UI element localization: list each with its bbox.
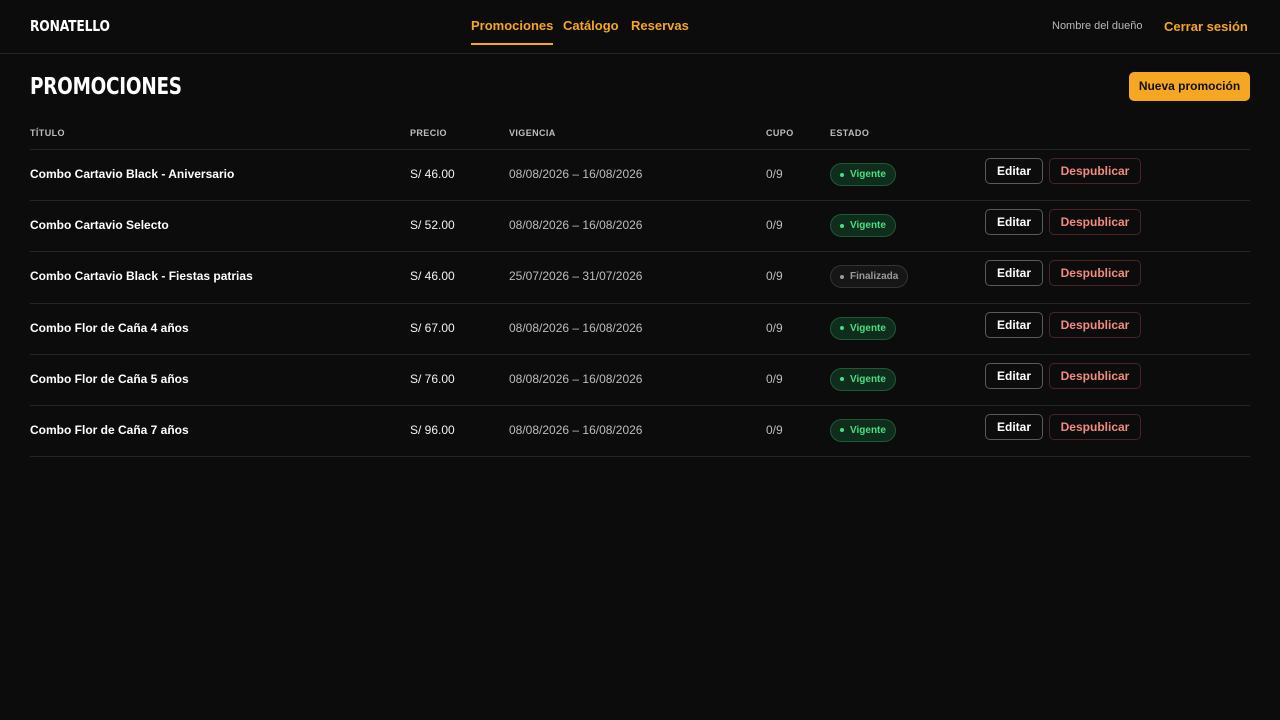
status-label: Vigente xyxy=(850,373,886,385)
status-dot-icon xyxy=(840,172,844,177)
unpublish-button[interactable]: Despublicar xyxy=(1049,209,1141,236)
owner-name: Nombre del dueño xyxy=(1052,20,1143,32)
promotion-price: S/ 46.00 xyxy=(410,167,455,181)
unpublish-button[interactable]: Despublicar xyxy=(1049,362,1141,389)
promotion-quota: 0/9 xyxy=(766,371,783,386)
table-row: Combo Cartavio Selecto S/ 52.00 08/08/2026… xyxy=(30,201,1250,253)
promotion-validity: 08/08/2026 – 16/08/2026 xyxy=(509,218,643,233)
promotion-price: S/ 52.00 xyxy=(410,218,455,233)
status-badge: Vigente xyxy=(830,316,896,340)
column-header-cupo: CUPO xyxy=(766,128,794,138)
table-row: Combo Flor de Caña 7 años S/ 96.00 08/08/2… xyxy=(30,406,1250,458)
promotion-quota: 0/9 xyxy=(766,422,783,437)
page-title: PROMOCIONES xyxy=(30,74,182,100)
status-dot-icon xyxy=(840,223,844,228)
logout-button[interactable]: Cerrar sesión xyxy=(1164,19,1248,34)
top-navbar: RONATELLO Promociones Catálogo Reservas … xyxy=(0,0,1280,54)
status-dot-icon xyxy=(840,377,844,382)
status-badge: Vigente xyxy=(830,367,896,391)
edit-button[interactable]: Editar xyxy=(985,158,1043,184)
status-label: Finalizada xyxy=(850,271,899,283)
status-dot-icon xyxy=(840,274,844,279)
edit-button[interactable]: Editar xyxy=(985,413,1043,440)
promotions-table-body: Combo Cartavio Black - Aniversario S/ 46.… xyxy=(30,150,1250,458)
status-badge: Vigente xyxy=(830,418,896,442)
status-label: Vigente xyxy=(850,424,886,436)
promotion-title: Combo Cartavio Selecto xyxy=(30,218,169,233)
promotion-validity: 08/08/2026 – 16/08/2026 xyxy=(509,422,643,437)
table-header: TÍTULO PRECIO VIGENCIA CUPO ESTADO xyxy=(30,118,1250,150)
column-header-precio: PRECIO xyxy=(410,128,447,138)
promotion-quota: 0/9 xyxy=(766,269,783,284)
unpublish-button[interactable]: Despublicar xyxy=(1049,158,1141,184)
status-dot-icon xyxy=(840,428,844,433)
promotion-price: S/ 96.00 xyxy=(410,422,455,437)
column-header-vigencia: VIGENCIA xyxy=(509,128,556,138)
unpublish-button[interactable]: Despublicar xyxy=(1049,260,1141,287)
new-promotion-button[interactable]: Nueva promoción xyxy=(1129,72,1250,101)
promotion-price: S/ 67.00 xyxy=(410,320,455,335)
status-dot-icon xyxy=(840,326,844,331)
edit-button[interactable]: Editar xyxy=(985,311,1043,338)
table-row: Combo Flor de Caña 5 años S/ 76.00 08/08/2… xyxy=(30,355,1250,406)
unpublish-button[interactable]: Despublicar xyxy=(1049,311,1141,338)
edit-button[interactable]: Editar xyxy=(985,209,1043,236)
promotion-quota: 0/9 xyxy=(766,218,783,233)
nav-link-catalogo[interactable]: Catálogo xyxy=(563,18,619,45)
promotion-validity: 08/08/2026 – 16/08/2026 xyxy=(509,167,643,181)
table-row: Combo Cartavio Black - Aniversario S/ 46.… xyxy=(30,150,1250,202)
promotion-title: Combo Cartavio Black - Fiestas patrias xyxy=(30,269,253,284)
status-badge: Vigente xyxy=(830,214,896,238)
promotion-title: Combo Flor de Caña 7 años xyxy=(30,422,189,437)
edit-button[interactable]: Editar xyxy=(985,362,1043,389)
column-header-estado: ESTADO xyxy=(830,128,870,138)
promotion-quota: 0/9 xyxy=(766,320,783,335)
table-row: Combo Cartavio Black - Fiestas patrias S/… xyxy=(30,252,1250,304)
promotion-validity: 08/08/2026 – 16/08/2026 xyxy=(509,320,643,335)
table-row: Combo Flor de Caña 4 años S/ 67.00 08/08/2… xyxy=(30,304,1250,355)
promotion-title: Combo Flor de Caña 5 años xyxy=(30,371,189,386)
status-label: Vigente xyxy=(850,322,886,334)
promotion-title: Combo Flor de Caña 4 años xyxy=(30,320,189,335)
promotion-title: Combo Cartavio Black - Aniversario xyxy=(30,167,235,181)
column-header-titulo: TÍTULO xyxy=(30,128,65,138)
promotion-validity: 08/08/2026 – 16/08/2026 xyxy=(509,371,643,386)
nav-link-reservas[interactable]: Reservas xyxy=(631,18,689,45)
nav-link-promociones[interactable]: Promociones xyxy=(471,18,554,45)
status-label: Vigente xyxy=(850,169,886,180)
status-badge: Finalizada xyxy=(830,265,909,289)
promotion-price: S/ 46.00 xyxy=(410,269,455,284)
status-label: Vigente xyxy=(850,220,886,232)
promotion-price: S/ 76.00 xyxy=(410,371,455,386)
promotion-quota: 0/9 xyxy=(766,167,783,181)
promotion-validity: 25/07/2026 – 31/07/2026 xyxy=(509,269,643,284)
unpublish-button[interactable]: Despublicar xyxy=(1049,413,1141,440)
edit-button[interactable]: Editar xyxy=(985,260,1043,287)
status-badge: Vigente xyxy=(830,163,896,186)
